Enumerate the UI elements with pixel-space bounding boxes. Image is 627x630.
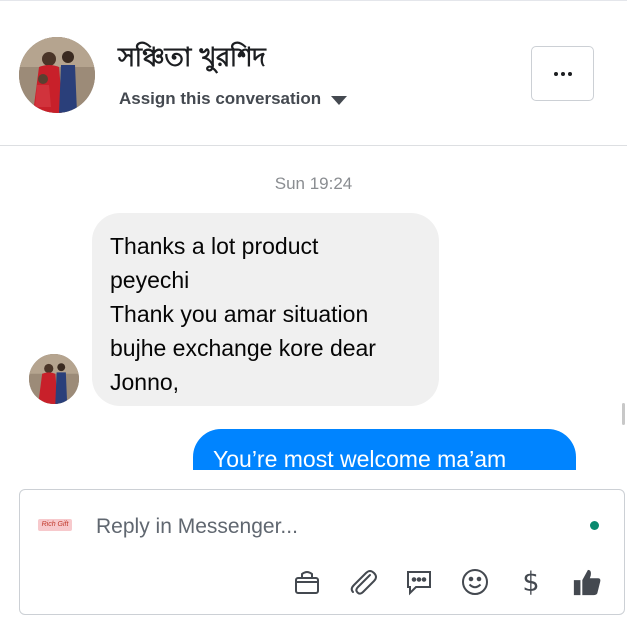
scrollbar-thumb[interactable] xyxy=(622,403,625,425)
attachment-icon[interactable] xyxy=(348,566,378,598)
message-line: bujhe exchange kore dear xyxy=(110,335,376,361)
message-line: peyechi xyxy=(110,267,190,293)
composer-toolbar: $ xyxy=(292,564,602,600)
thumbs-up-icon[interactable] xyxy=(572,566,602,598)
contact-avatar[interactable] xyxy=(19,37,95,113)
message-thread[interactable]: Sun 19:24 Thanks a lot product peyechi T… xyxy=(0,147,627,470)
assign-conversation-dropdown[interactable]: Assign this conversation xyxy=(119,89,348,109)
sender-avatar[interactable] xyxy=(29,354,79,404)
caret-down-icon xyxy=(331,95,348,105)
more-options-button[interactable] xyxy=(531,46,594,101)
conversation-header: সঞ্চিতা খুরশিদ Assign this conversation xyxy=(0,0,627,146)
contact-name: সঞ্চিতা খুরশিদ xyxy=(118,43,266,73)
emoji-icon[interactable] xyxy=(460,566,490,598)
dollar-icon[interactable]: $ xyxy=(516,566,546,598)
message-line: Thank you amar situation xyxy=(110,301,369,327)
reply-input[interactable] xyxy=(96,512,566,542)
status-dot xyxy=(590,521,599,530)
message-line: Jonno, xyxy=(110,369,180,395)
shop-bag-icon[interactable] xyxy=(292,566,322,598)
message-timestamp: Sun 19:24 xyxy=(274,174,353,193)
incoming-message-bubble[interactable]: Thanks a lot product peyechi Thank you a… xyxy=(92,213,439,406)
reply-composer: Rich Gift Reply in Messenger... $ xyxy=(19,489,625,615)
outgoing-message-bubble[interactable]: You’re most welcome ma’am xyxy=(193,429,576,470)
saved-reply-icon[interactable] xyxy=(404,566,434,598)
ellipsis-icon xyxy=(553,71,572,76)
page-badge: Rich Gift xyxy=(38,519,72,531)
message-line: Thanks a lot product xyxy=(110,233,319,259)
assign-label: Assign this conversation xyxy=(119,89,322,108)
